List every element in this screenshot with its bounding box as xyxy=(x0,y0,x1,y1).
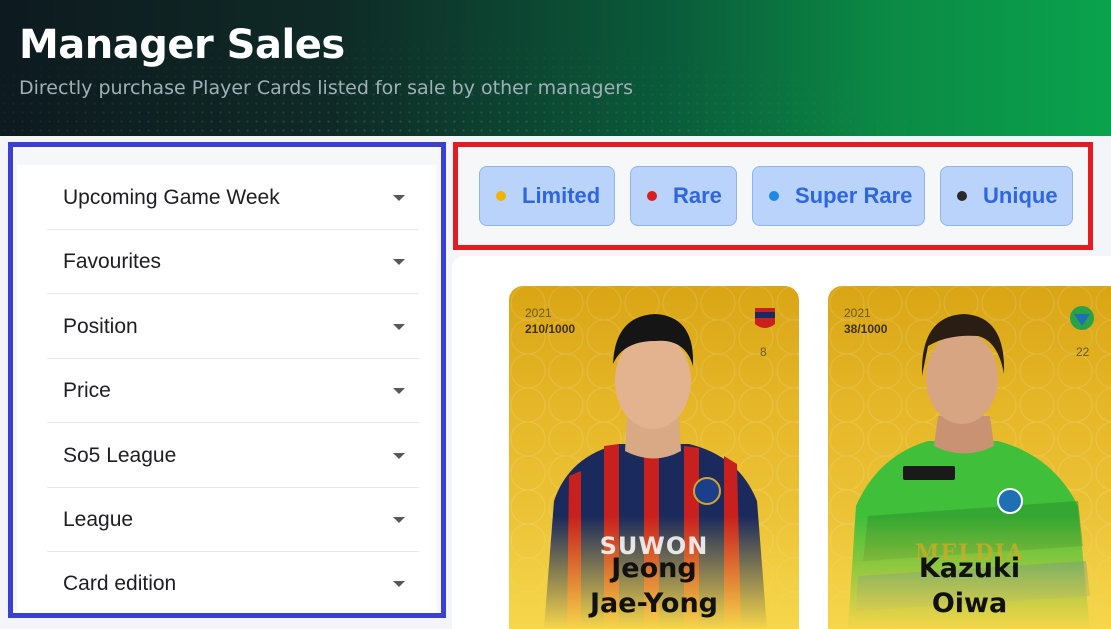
jersey-number: 22 xyxy=(1076,345,1090,359)
card-season: 2021 xyxy=(844,306,871,320)
filter-label: Price xyxy=(63,378,111,402)
filter-so5-league[interactable]: So5 League xyxy=(47,424,419,488)
tab-label: Rare xyxy=(673,183,722,208)
chevron-down-icon xyxy=(393,194,405,201)
chevron-down-icon xyxy=(393,581,405,587)
filter-label: League xyxy=(63,507,134,531)
player-last-name: Oiwa xyxy=(931,588,1008,619)
card-season: 2021 xyxy=(525,306,552,320)
rare-dot-icon xyxy=(647,191,657,201)
tab-label: Unique xyxy=(983,183,1058,208)
limited-dot-icon xyxy=(496,191,506,201)
card-serial: 210/1000 xyxy=(525,322,576,336)
chevron-down-icon xyxy=(393,452,405,459)
filter-card-edition[interactable]: Card edition xyxy=(47,552,419,616)
player-last-name: Jae-Yong xyxy=(590,588,718,619)
player-card[interactable]: 2021 38/1000 22 MELDIA Kazuki Oiwa xyxy=(828,286,1111,629)
filter-label: Card edition xyxy=(63,572,177,595)
chevron-down-icon xyxy=(393,387,405,394)
card-serial: 38/1000 xyxy=(844,322,888,336)
suwon-crest-icon xyxy=(693,477,721,505)
chevron-down-icon xyxy=(393,516,405,523)
club-logo-icon xyxy=(755,308,775,328)
club-logo-icon xyxy=(1070,306,1094,330)
filter-league[interactable]: League xyxy=(47,488,419,552)
filter-price[interactable]: Price xyxy=(47,359,419,423)
tab-label: Super Rare xyxy=(795,183,913,208)
tab-label: Limited xyxy=(522,183,601,208)
page-subtitle: Directly purchase Player Cards listed fo… xyxy=(19,77,633,99)
filter-label: So5 League xyxy=(63,443,177,467)
tab-super-rare[interactable]: Super Rare xyxy=(752,166,925,226)
tab-limited[interactable]: Limited xyxy=(479,166,615,226)
tab-unique[interactable]: Unique xyxy=(940,166,1073,226)
player-card[interactable]: 2021 210/1000 8 SUWON Jeong Jae-Yong xyxy=(509,286,799,629)
filter-label: Favourites xyxy=(63,249,162,273)
filter-upcoming-game-week[interactable]: Upcoming Game Week xyxy=(47,166,419,230)
tab-rare[interactable]: Rare xyxy=(630,166,737,226)
page-header: Manager Sales Directly purchase Player C… xyxy=(0,0,1111,136)
header-dot-pattern xyxy=(0,0,1111,136)
filter-label: Upcoming Game Week xyxy=(63,185,280,209)
player-first-name: Kazuki xyxy=(918,553,1021,584)
filter-label: Position xyxy=(63,314,138,338)
jersey-number: 8 xyxy=(760,345,767,359)
chevron-down-icon xyxy=(393,323,405,330)
filter-position[interactable]: Position xyxy=(47,295,419,359)
player-first-name: Jeong xyxy=(611,553,697,584)
super-rare-dot-icon xyxy=(769,191,779,201)
unique-dot-icon xyxy=(957,191,967,201)
filter-favourites[interactable]: Favourites xyxy=(47,230,419,294)
page-title: Manager Sales xyxy=(19,22,345,68)
chevron-down-icon xyxy=(393,258,405,265)
